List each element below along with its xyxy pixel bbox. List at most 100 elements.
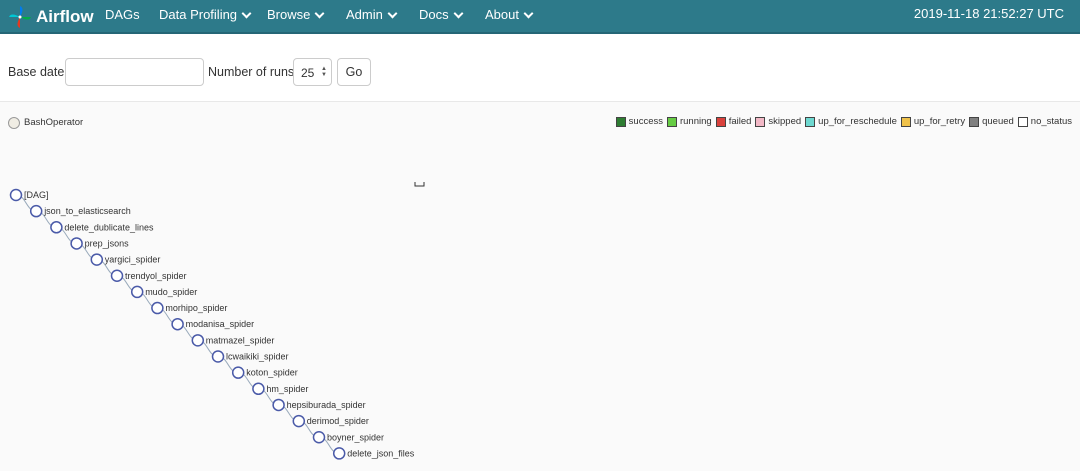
navbar: Airflow DAGs Data Profiling Browse Admin…: [0, 0, 1080, 34]
tree-node-label[interactable]: koton_spider: [246, 368, 298, 378]
tree-node-label[interactable]: json_to_elasticsearch: [43, 206, 131, 216]
tree-node-circle[interactable]: [50, 221, 63, 234]
state-swatch: [969, 116, 980, 127]
tree-node[interactable]: hm_spider: [252, 382, 309, 396]
tree-node-label[interactable]: delete_dublicate_lines: [64, 222, 154, 232]
tree-node-label[interactable]: lcwaikiki_spider: [226, 352, 289, 362]
tree-node-circle[interactable]: [252, 382, 265, 396]
state-swatch: [715, 116, 726, 127]
tree-node[interactable]: prep_jsons: [70, 237, 130, 250]
tree-node-circle[interactable]: [110, 269, 124, 282]
base-date-label: Base date:: [8, 65, 68, 79]
tree-node[interactable]: mudo_spider: [130, 285, 198, 299]
tree-node-label[interactable]: hepsiburada_spider: [287, 400, 366, 410]
chevron-down-icon: [523, 8, 534, 18]
nav-dags[interactable]: DAGs: [105, 0, 140, 30]
legend-item-success[interactable]: success: [615, 116, 663, 127]
tree-node[interactable]: yargici_spider: [90, 253, 161, 266]
tree-node[interactable]: hepsiburada_spider: [272, 398, 366, 412]
tree-node[interactable]: lcwaikiki_spider: [211, 350, 289, 363]
tree-view-form: Base date: Number of runs: 25 ▲ ▼ Go: [0, 58, 1080, 88]
nav-data-profiling[interactable]: Data Profiling: [159, 0, 252, 30]
tree-node-label[interactable]: mudo_spider: [145, 287, 197, 297]
operator-swatch: [8, 117, 20, 129]
legend-item-up-for-reschedule[interactable]: up_for_reschedule: [805, 116, 897, 127]
nav-about[interactable]: About: [485, 0, 534, 30]
tree-node-circle[interactable]: [211, 350, 225, 363]
legend-label: failed: [728, 116, 752, 127]
tree-node-circle[interactable]: [70, 237, 83, 250]
tree-node[interactable]: boyner_spider: [312, 431, 385, 444]
tree-node[interactable]: delete_json_files: [332, 447, 415, 460]
legend-item-failed[interactable]: failed: [715, 116, 752, 127]
legend-item-up-for-retry[interactable]: up_for_retry: [900, 116, 965, 127]
state-swatch: [805, 116, 816, 127]
brand-link[interactable]: Airflow: [8, 3, 94, 31]
tree-graph: [DAG] json_to_elasticsearch delete_dublica…: [0, 144, 1080, 471]
tree-node[interactable]: json_to_elasticsearch: [29, 204, 131, 218]
nav-browse[interactable]: Browse: [267, 0, 325, 30]
tree-node-label[interactable]: trendyol_spider: [125, 271, 187, 281]
legend-label: no_status: [1030, 116, 1072, 127]
chevron-down-icon: [314, 8, 325, 18]
tree-node-circle[interactable]: [171, 317, 184, 331]
tree-node-circle[interactable]: [130, 285, 144, 299]
legend-label: running: [679, 116, 712, 127]
tree-node-label[interactable]: matmazel_spider: [206, 335, 275, 345]
legend-item-skipped[interactable]: skipped: [755, 116, 801, 127]
tree-node-circle[interactable]: [332, 447, 346, 460]
select-arrows-icon: ▲ ▼: [321, 66, 327, 78]
tree-node[interactable]: morhipo_spider: [151, 301, 228, 315]
tree-node-label[interactable]: morhipo_spider: [165, 303, 227, 313]
tree-node-circle[interactable]: [231, 366, 245, 379]
tree-node-circle[interactable]: [272, 398, 285, 412]
tree-node[interactable]: delete_dublicate_lines: [50, 221, 154, 234]
nav-admin[interactable]: Admin: [346, 0, 398, 30]
num-runs-value: 25: [301, 66, 315, 80]
tree-node-label[interactable]: derimod_spider: [307, 416, 369, 426]
nav-browse-label: Browse: [267, 7, 311, 22]
go-button[interactable]: Go: [337, 58, 371, 86]
nav-admin-label: Admin: [346, 7, 383, 22]
server-clock: 2019-11-18 21:52:27 UTC: [913, 6, 1064, 21]
tree-node[interactable]: derimod_spider: [292, 414, 369, 428]
tree-node[interactable]: trendyol_spider: [110, 269, 187, 282]
num-runs-label: Number of runs:: [208, 65, 298, 79]
legend-label: up_for_reschedule: [818, 116, 897, 127]
legend-item-running[interactable]: running: [666, 116, 712, 127]
nav-data-profiling-label: Data Profiling: [159, 7, 238, 22]
tree-node-circle[interactable]: [9, 188, 23, 202]
operator-label: BashOperator: [24, 117, 84, 128]
legend-bar: BashOperator success running failed skip…: [0, 102, 1080, 144]
state-swatch: [1017, 116, 1028, 127]
tree-node-circle[interactable]: [90, 253, 104, 266]
legend-item-no-status[interactable]: no_status: [1017, 116, 1072, 127]
tree-node-circle[interactable]: [29, 204, 43, 218]
tree-node-label[interactable]: [DAG]: [24, 190, 49, 200]
tree-node[interactable]: koton_spider: [231, 366, 298, 379]
tree-node-circle[interactable]: [191, 334, 205, 347]
pinwheel-logo-icon: [9, 6, 31, 28]
tree-node-label[interactable]: boyner_spider: [327, 432, 384, 442]
tree-node-label[interactable]: prep_jsons: [85, 238, 130, 248]
legend-item-queued[interactable]: queued: [969, 116, 1014, 127]
num-runs-select[interactable]: 25 ▲ ▼: [293, 58, 332, 86]
state-swatch: [900, 116, 911, 127]
state-legend: success running failed skipped up_for_re…: [612, 116, 1072, 127]
nav-about-label: About: [485, 7, 519, 22]
base-date-input[interactable]: [65, 58, 204, 86]
tree-node-label[interactable]: delete_json_files: [347, 448, 415, 458]
tree-svg: [DAG] json_to_elasticsearch delete_dublica…: [9, 182, 425, 460]
legend-label: queued: [982, 116, 1014, 127]
tree-node-circle[interactable]: [312, 431, 326, 444]
tree-node[interactable]: [DAG]: [9, 188, 49, 202]
tree-node-label[interactable]: yargici_spider: [105, 255, 161, 265]
tree-node-label[interactable]: hm_spider: [266, 384, 308, 394]
brand-name: Airflow: [36, 7, 94, 26]
tree-node-circle[interactable]: [151, 301, 164, 315]
chevron-down-icon: [241, 8, 252, 18]
legend-label: success: [628, 116, 663, 127]
nav-docs[interactable]: Docs: [419, 0, 464, 30]
tree-node-circle[interactable]: [292, 414, 306, 428]
tree-node-label[interactable]: modanisa_spider: [186, 319, 255, 329]
